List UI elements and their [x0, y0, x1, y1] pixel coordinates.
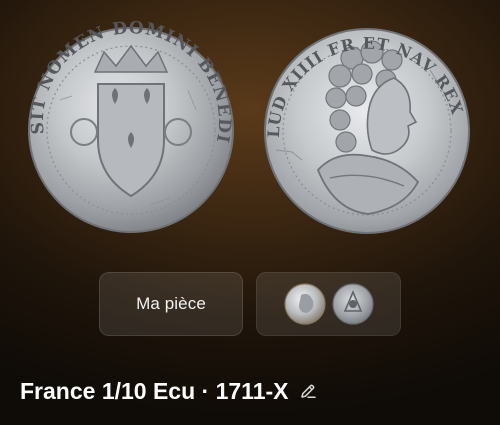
coin-title: France 1/10 Ecu · 1711-X [20, 377, 289, 404]
catalog-image-thumbnail[interactable] [256, 272, 401, 336]
image-selector: Ma pièce [0, 272, 500, 336]
pencil-icon[interactable] [298, 381, 318, 401]
coin-pair-thumbnail [283, 283, 374, 325]
coin-reverse-image: SIT NOMEN DOMINI BENEDICTUM 1711 [0, 0, 234, 233]
coin-obverse-image: LUD XIIII FR ET NAV REX [264, 28, 470, 234]
coin-photo: SIT NOMEN DOMINI BENEDICTUM 1711 [0, 0, 500, 255]
my-piece-button[interactable]: Ma pièce [99, 272, 243, 336]
coin-title-row: France 1/10 Ecu · 1711-X [20, 374, 318, 408]
my-piece-label: Ma pièce [136, 294, 206, 313]
